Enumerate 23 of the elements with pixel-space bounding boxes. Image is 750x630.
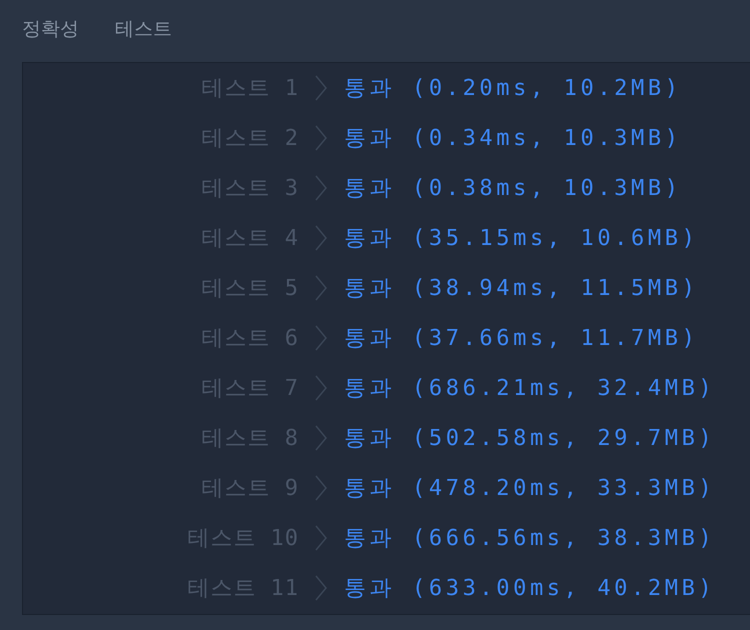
chevron-right-icon [315, 375, 327, 401]
chevron-right-icon [315, 575, 327, 601]
test-result: 통과 (35.15ms, 10.6MB) [344, 225, 698, 253]
test-result: 통과 (37.66ms, 11.7MB) [344, 325, 698, 353]
chevron-right-icon [315, 225, 327, 251]
chevron-right-icon [315, 475, 327, 501]
test-result: 통과 (633.00ms, 40.2MB) [344, 575, 716, 603]
test-result: 통과 (0.34ms, 10.3MB) [344, 125, 682, 153]
chevron-right-icon [315, 75, 327, 101]
test-result: 통과 (502.58ms, 29.7MB) [344, 425, 716, 453]
test-result: 통과 (0.20ms, 10.2MB) [344, 75, 682, 103]
test-result: 통과 (0.38ms, 10.3MB) [344, 175, 682, 203]
chevron-right-icon [315, 275, 327, 301]
chevron-right-icon [315, 325, 327, 351]
test-result: 통과 (38.94ms, 11.5MB) [344, 275, 698, 303]
test-result: 통과 (666.56ms, 38.3MB) [344, 525, 716, 553]
chevron-right-icon [315, 425, 327, 451]
chevron-right-icon [315, 175, 327, 201]
test-result: 통과 (686.21ms, 32.4MB) [344, 375, 716, 403]
test-result: 통과 (478.20ms, 33.3MB) [344, 475, 716, 503]
section-title: 정확성 테스트 [22, 17, 172, 42]
chevron-right-icon [315, 125, 327, 151]
chevron-right-icon [315, 525, 327, 551]
